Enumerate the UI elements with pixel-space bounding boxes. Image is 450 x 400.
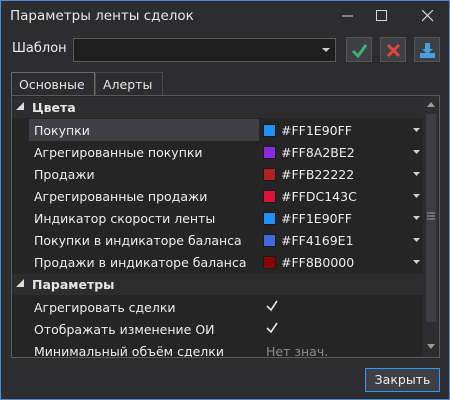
- property-name: Индикатор скорости ленты: [34, 211, 216, 226]
- color-picker[interactable]: #FF1E90FF: [260, 207, 423, 229]
- close-window-button[interactable]: [411, 1, 445, 32]
- property-name: Агрегированные покупки: [34, 145, 203, 160]
- download-icon: [420, 43, 435, 58]
- color-picker[interactable]: #FF4169E1: [260, 229, 423, 251]
- dialog-window: Параметры ленты сделок Шаблон Основные А…: [0, 0, 450, 400]
- color-picker[interactable]: #FF8A2BE2: [260, 141, 423, 163]
- color-value: #FF8A2BE2: [281, 145, 355, 160]
- chevron-down-icon[interactable]: [413, 260, 420, 264]
- minimize-button[interactable]: [331, 1, 365, 32]
- window-title: Параметры ленты сделок: [10, 8, 194, 24]
- chevron-down-icon[interactable]: [413, 194, 420, 198]
- property-name: Покупки: [29, 119, 259, 141]
- color-swatch: [263, 168, 276, 181]
- checkmark-icon: [351, 44, 368, 59]
- show-oi-checkbox[interactable]: [260, 318, 423, 340]
- scroll-thumb[interactable]: [426, 114, 436, 322]
- apply-template-button[interactable]: [346, 37, 372, 62]
- close-icon: [422, 10, 434, 22]
- category-colors[interactable]: Цвета: [12, 97, 423, 118]
- color-swatch: [263, 190, 276, 203]
- chevron-down-icon: [322, 48, 330, 52]
- delete-template-button[interactable]: [380, 37, 406, 62]
- close-button[interactable]: Закрыть: [365, 368, 440, 392]
- grip-icon: [427, 212, 435, 220]
- category-params[interactable]: Параметры: [12, 274, 423, 295]
- color-picker[interactable]: #FF1E90FF: [260, 119, 423, 141]
- color-value: #FF8B0000: [281, 255, 355, 270]
- maximize-button[interactable]: [365, 1, 399, 32]
- scroll-up-icon[interactable]: [427, 102, 435, 107]
- property-row[interactable]: Минимальный объём сделки Нет знач.: [12, 340, 423, 358]
- color-swatch: [263, 234, 276, 247]
- min-volume-placeholder: Нет знач.: [266, 344, 329, 358]
- category-label: Параметры: [32, 277, 115, 292]
- vertical-scrollbar[interactable]: [423, 96, 439, 357]
- min-volume-input[interactable]: Нет знач.: [260, 340, 423, 358]
- chevron-down-icon[interactable]: [413, 172, 420, 176]
- property-row[interactable]: Агрегированные продажи #FFDC143C: [12, 185, 423, 207]
- property-name: Продажи: [34, 167, 95, 182]
- title-bar[interactable]: Параметры ленты сделок: [1, 1, 449, 32]
- aggregate-checkbox[interactable]: [260, 296, 423, 318]
- property-name: Продажи в индикаторе баланса: [34, 255, 247, 270]
- tab-alerts[interactable]: Алерты: [95, 72, 163, 95]
- property-grid: Цвета Покупки #FF1E90FF Агрегированные п…: [11, 95, 440, 358]
- chevron-down-icon[interactable]: [413, 128, 420, 132]
- property-row[interactable]: Продажи в индикаторе баланса #FF8B0000: [12, 251, 423, 273]
- property-name: Агрегировать сделки: [34, 300, 176, 315]
- color-swatch: [263, 212, 276, 225]
- property-row[interactable]: Отображать изменение ОИ: [12, 318, 423, 340]
- property-row[interactable]: Агрегированные покупки #FF8A2BE2: [12, 141, 423, 163]
- color-picker[interactable]: #FF8B0000: [260, 251, 423, 273]
- property-name: Отображать изменение ОИ: [34, 322, 215, 337]
- chevron-down-icon[interactable]: [413, 150, 420, 154]
- property-row[interactable]: Покупки #FF1E90FF: [12, 119, 423, 141]
- tab-main[interactable]: Основные: [11, 72, 95, 95]
- chevron-down-icon[interactable]: [413, 216, 420, 220]
- property-row[interactable]: Продажи #FFB22222: [12, 163, 423, 185]
- color-swatch: [263, 124, 276, 137]
- color-picker[interactable]: #FFB22222: [260, 163, 423, 185]
- color-swatch: [263, 256, 276, 269]
- collapse-icon: [16, 102, 24, 110]
- color-picker[interactable]: #FFDC143C: [260, 185, 423, 207]
- color-swatch: [263, 146, 276, 159]
- category-label: Цвета: [32, 100, 76, 115]
- color-value: #FFDC143C: [281, 189, 357, 204]
- save-template-button[interactable]: [414, 37, 440, 62]
- color-value: #FFB22222: [281, 167, 355, 182]
- checkmark-icon: [266, 300, 278, 312]
- property-row[interactable]: Покупки в индикаторе баланса #FF4169E1: [12, 229, 423, 251]
- chevron-down-icon[interactable]: [413, 238, 420, 242]
- scroll-down-icon[interactable]: [427, 344, 435, 349]
- property-name: Агрегированные продажи: [34, 189, 208, 204]
- property-name: Минимальный объём сделки: [34, 344, 224, 358]
- checkmark-icon: [266, 322, 278, 334]
- template-label: Шаблон: [12, 41, 67, 56]
- template-combobox[interactable]: [73, 38, 336, 62]
- minimize-icon: [342, 15, 353, 17]
- cross-icon: [386, 43, 401, 58]
- color-value: #FF1E90FF: [281, 123, 352, 138]
- collapse-icon: [16, 279, 24, 287]
- maximize-icon: [376, 10, 387, 21]
- property-row[interactable]: Индикатор скорости ленты #FF1E90FF: [12, 207, 423, 229]
- color-value: #FF4169E1: [281, 233, 354, 248]
- property-name: Покупки в индикаторе баланса: [34, 233, 242, 248]
- property-row[interactable]: Агрегировать сделки: [12, 296, 423, 318]
- color-value: #FF1E90FF: [281, 211, 352, 226]
